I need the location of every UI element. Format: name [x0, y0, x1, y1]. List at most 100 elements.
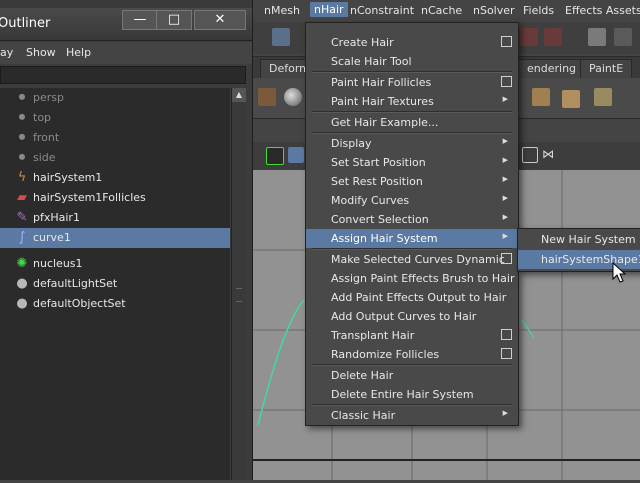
menu-item-paint-hair-follicles[interactable]: Paint Hair Follicles [306, 73, 518, 92]
menu-item-label: Add Output Curves to Hair [331, 310, 477, 323]
option-box-icon[interactable] [501, 253, 512, 264]
menubar-item-nhair[interactable]: nHair [310, 2, 348, 17]
outliner-item-pfxhair1[interactable]: ✎ pfxHair1 [0, 208, 230, 228]
outliner-item-side[interactable]: ⏺ side [0, 148, 230, 168]
selection-mask-icon[interactable] [588, 28, 606, 46]
outliner-item-persp[interactable]: ⏺ persp [0, 88, 230, 108]
menu-item-assign-hair-system[interactable]: Assign Hair System ▶ [306, 229, 518, 248]
shelf-tool-icon[interactable] [258, 88, 276, 106]
menu-item-add-paint-effects-output-to-hair[interactable]: Add Paint Effects Output to Hair [306, 288, 518, 307]
submenu-arrow-icon: ▶ [502, 175, 508, 183]
pfx-hair-icon: ✎ [16, 210, 28, 225]
menu-item-randomize-follicles[interactable]: Randomize Follicles [306, 345, 518, 364]
panel-select-icon[interactable] [266, 147, 284, 165]
outliner-item-label: side [33, 151, 56, 164]
outliner-item-defaultobjectset[interactable]: ● defaultObjectSet [0, 294, 230, 314]
menu-item-label: Delete Entire Hair System [331, 388, 474, 401]
menu-item-set-start-position[interactable]: Set Start Position ▶ [306, 153, 518, 172]
menubar-item-ncache[interactable]: nCache [421, 4, 462, 17]
render-region-icon[interactable] [614, 28, 632, 46]
option-box-icon[interactable] [501, 36, 512, 47]
menu-item-label: Assign Hair System [331, 232, 438, 245]
outliner-titlebar[interactable]: Outliner — □ ✕ [0, 8, 252, 41]
menu-item-classic-hair[interactable]: Classic Hair ▶ [306, 406, 518, 425]
option-box-icon[interactable] [501, 348, 512, 359]
shelf-plane-icon[interactable] [562, 90, 580, 108]
mouse-cursor-icon [612, 262, 626, 283]
outliner-scrollbar[interactable]: ▲ [231, 88, 246, 480]
outliner-item-hairsystem1[interactable]: ϟ hairSystem1 [0, 168, 230, 188]
menu-item-paint-hair-textures[interactable]: Paint Hair Textures ▶ [306, 92, 518, 111]
menu-item-label: Display [331, 137, 372, 150]
outliner-item-label: pfxHair1 [33, 211, 80, 224]
menu-item-make-selected-curves-dynamic[interactable]: Make Selected Curves Dynamic [306, 250, 518, 269]
menu-item-assign-paint-effects-brush-to-hair[interactable]: Assign Paint Effects Brush to Hair [306, 269, 518, 288]
hair-curve[interactable] [257, 299, 305, 426]
curve-tool-icon[interactable] [272, 28, 290, 46]
outliner-list: ⏺ persp ⏺ top ⏺ front ⏺ side ϟ hairSystem1 ▰ hairSy… [0, 88, 230, 480]
menu-item-scale-hair-tool[interactable]: Scale Hair Tool [306, 52, 518, 71]
menu-item-delete-hair[interactable]: Delete Hair [306, 366, 518, 385]
submenu-arrow-icon: ▶ [502, 409, 508, 417]
menubar-item-effects-assets[interactable]: Effects Assets [565, 4, 640, 17]
set-icon: ● [16, 296, 28, 311]
shelf-tab-painte[interactable]: PaintE [580, 59, 633, 78]
menu-item-set-rest-position[interactable]: Set Rest Position ▶ [306, 172, 518, 191]
outliner-item-front[interactable]: ⏺ front [0, 128, 230, 148]
menubar-item-nmesh[interactable]: nMesh [264, 4, 300, 17]
outliner-item-top[interactable]: ⏺ top [0, 108, 230, 128]
menu-item-get-hair-example[interactable]: Get Hair Example... [306, 113, 518, 132]
menu-item-modify-curves[interactable]: Modify Curves ▶ [306, 191, 518, 210]
outliner-menu-display[interactable]: ay [0, 46, 13, 59]
outliner-item-label: defaultLightSet [33, 277, 118, 290]
menu-item-delete-entire-hair-system[interactable]: Delete Entire Hair System [306, 385, 518, 404]
magnet-snap-icon[interactable] [544, 28, 562, 46]
menu-item-add-output-curves-to-hair[interactable]: Add Output Curves to Hair [306, 307, 518, 326]
menu-item-convert-selection[interactable]: Convert Selection ▶ [306, 210, 518, 229]
outliner-item-hairsystem1follicles[interactable]: ▰ hairSystem1Follicles [0, 188, 230, 208]
magnet-icon[interactable] [520, 28, 538, 46]
close-button[interactable]: ✕ [194, 10, 246, 30]
menu-item-label: Scale Hair Tool [331, 55, 412, 68]
menu-item-transplant-hair[interactable]: Transplant Hair [306, 326, 518, 345]
maximize-button[interactable]: □ [156, 10, 192, 30]
menu-item-label: Paint Hair Textures [331, 95, 434, 108]
panel-cube-icon[interactable] [288, 147, 304, 163]
menu-item-display[interactable]: Display ▶ [306, 134, 518, 153]
outliner-item-label: persp [33, 91, 64, 104]
outliner-item-label: front [33, 131, 60, 144]
outliner-filter-field[interactable] [0, 66, 246, 84]
outliner-item-label: nucleus1 [33, 257, 83, 270]
hair-curve-2[interactable] [521, 319, 535, 339]
option-box-icon[interactable] [501, 76, 512, 87]
outliner-menu-help[interactable]: Help [66, 46, 91, 59]
shelf-sphere-icon[interactable] [284, 88, 302, 106]
shelf-tab-endering[interactable]: endering [518, 59, 586, 78]
panel-frame-icon[interactable] [522, 147, 538, 163]
outliner-item-nucleus1[interactable]: ✺ nucleus1 [0, 254, 230, 274]
option-box-icon[interactable] [501, 329, 512, 340]
menu-item-create-hair[interactable]: Create Hair [306, 33, 518, 52]
minimize-button[interactable]: — [122, 10, 158, 30]
menubar-item-nconstraint[interactable]: nConstraint [350, 4, 414, 17]
outliner-item-curve1[interactable]: ∫ curve1 [0, 228, 230, 248]
outliner-item-defaultlightset[interactable]: ● defaultLightSet [0, 274, 230, 294]
camera-icon: ⏺ [18, 110, 26, 125]
panel-nodes-icon[interactable]: ⋈ [542, 147, 556, 161]
menu-item-label: Add Paint Effects Output to Hair [331, 291, 507, 304]
submenu-arrow-icon: ▶ [502, 213, 508, 221]
main-menubar: nMesh nHair nConstraint nCache nSolver Fields… [252, 0, 640, 23]
menu-item-label: Set Start Position [331, 156, 426, 169]
menubar-item-nsolver[interactable]: nSolver [473, 4, 515, 17]
menu-item-label: Delete Hair [331, 369, 394, 382]
hair-system-icon: ϟ [17, 170, 27, 185]
outliner-menu-show[interactable]: Show [26, 46, 56, 59]
scroll-up-icon[interactable]: ▲ [232, 88, 246, 102]
outliner-title: Outliner [0, 16, 51, 31]
shelf-pattern-icon[interactable] [594, 88, 612, 106]
menubar-item-fields[interactable]: Fields [523, 4, 554, 17]
scroll-grip[interactable] [236, 288, 242, 302]
submenu-item-new-hair-system[interactable]: New Hair System [518, 230, 640, 249]
shelf-cube-icon[interactable] [532, 88, 550, 106]
outliner-item-label: curve1 [33, 231, 71, 244]
